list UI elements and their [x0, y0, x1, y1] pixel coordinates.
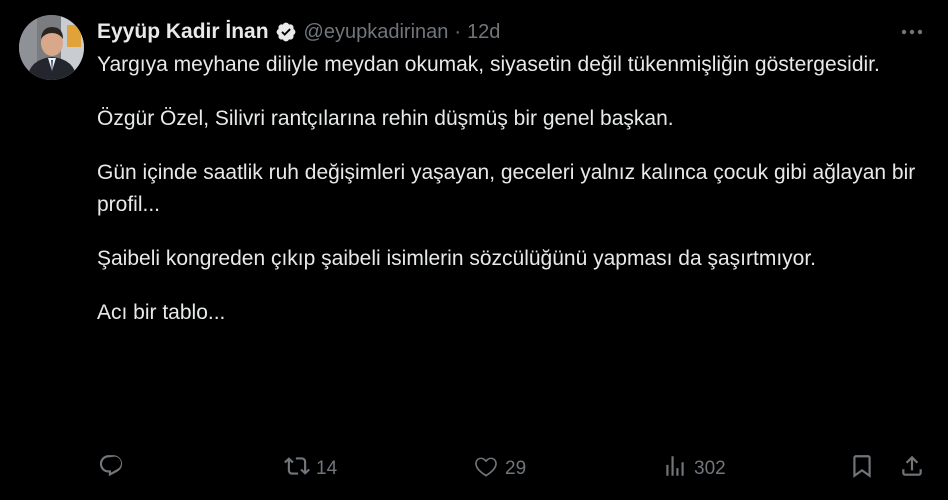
retweet-icon — [284, 453, 310, 485]
header-separator: · — [454, 20, 462, 43]
author-display-name[interactable]: Eyyüp Kadir İnan — [97, 20, 269, 44]
tweet-paragraph: Gün içinde saatlik ruh değişimleri yaşay… — [97, 161, 916, 216]
tweet-timestamp[interactable]: 12d — [467, 21, 500, 44]
tweet-actions: 14 29 302 — [0, 452, 948, 486]
author-handle[interactable]: @eyupkadirinan — [304, 21, 449, 44]
tweet-paragraph: Acı bir tablo... — [97, 301, 226, 324]
views-chart-icon — [662, 453, 688, 485]
tweet-paragraph: Şaibeli kongreden çıkıp şaibeli isimleri… — [97, 247, 817, 270]
verified-badge-icon — [275, 21, 297, 43]
heart-icon — [473, 453, 499, 485]
tweet-text: Yargıya meyhane diliyle meydan okumak, s… — [97, 49, 917, 351]
like-count: 29 — [505, 458, 527, 479]
views-button[interactable]: 302 — [662, 452, 726, 486]
tweet: Eyyüp Kadir İnan @eyupkadirinan · 12d Ya… — [0, 0, 948, 500]
retweet-button[interactable]: 14 — [284, 452, 337, 486]
tweet-header: Eyyüp Kadir İnan @eyupkadirinan · 12d — [97, 18, 500, 46]
avatar[interactable] — [19, 15, 84, 80]
views-count: 302 — [694, 458, 726, 479]
retweet-count: 14 — [316, 458, 338, 479]
bookmark-button[interactable] — [849, 452, 875, 486]
like-button[interactable]: 29 — [473, 452, 526, 486]
share-icon — [899, 453, 925, 485]
share-button[interactable] — [899, 452, 925, 486]
more-options-icon[interactable] — [897, 20, 927, 44]
tweet-paragraph: Özgür Özel, Silivri rantçılarına rehin d… — [97, 107, 674, 130]
reply-button[interactable] — [98, 452, 130, 486]
bookmark-icon — [849, 453, 875, 485]
reply-icon — [98, 453, 124, 485]
tweet-paragraph: Yargıya meyhane diliyle meydan okumak, s… — [97, 53, 880, 76]
